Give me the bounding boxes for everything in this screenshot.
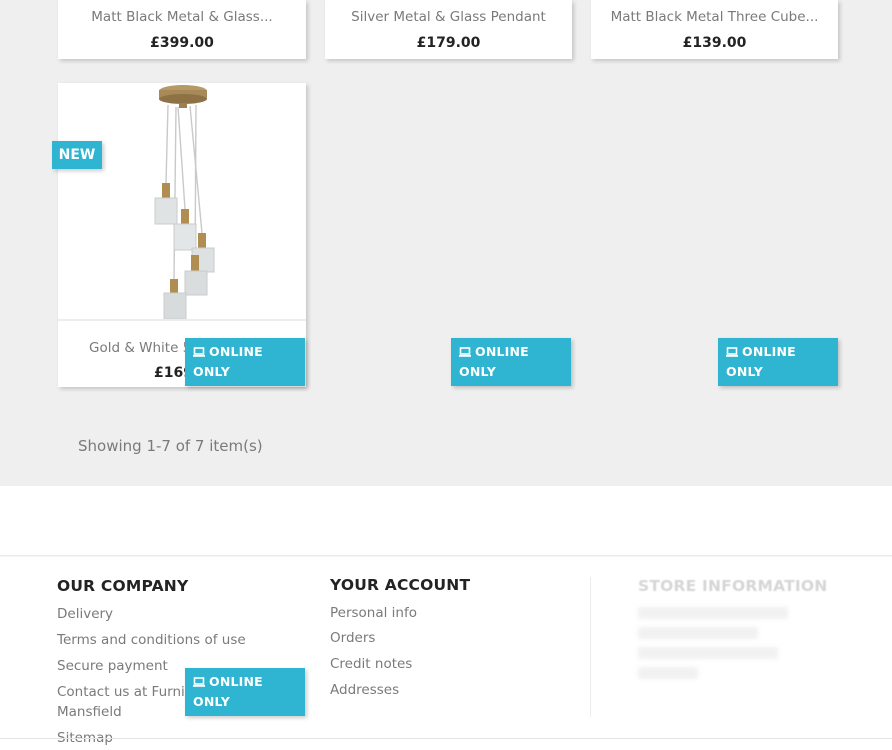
product-name[interactable]: Silver Metal & Glass Pendant [325,9,572,25]
online-only-badge: ONLINE ONLY [185,668,305,716]
badge-line1: ONLINE [475,344,529,359]
footer-link-terms[interactable]: Terms and conditions of use [57,632,246,648]
footer-link-orders[interactable]: Orders [330,630,375,646]
footer-link-credit-notes[interactable]: Credit notes [330,656,412,672]
footer-company-title: OUR COMPANY [57,577,189,595]
footer-account-title: YOUR ACCOUNT [330,576,471,594]
footer-store-title: STORE INFORMATION [638,577,828,595]
laptop-icon [193,677,205,687]
badge-line1: ONLINE [742,344,796,359]
product-card[interactable]: Matt Black Metal Three Cube... £139.00 [591,0,838,59]
badge-line2: ONLY [726,364,763,379]
product-price: £399.00 [150,35,214,51]
badge-line1: ONLINE [209,344,263,359]
product-price: £179.00 [416,35,481,51]
product-name[interactable]: Matt Black Metal Three Cube... [591,9,838,25]
badge-line2: ONLY [193,694,230,709]
footer-link-secure-payment[interactable]: Secure payment [57,658,168,674]
store-info-line [638,647,778,659]
laptop-icon [459,347,471,357]
product-image[interactable] [58,83,306,321]
footer-link-personal-info[interactable]: Personal info [330,605,417,621]
footer-divider [0,555,892,557]
badge-line2: ONLY [193,364,230,379]
store-info-line [638,607,788,619]
online-only-badge: ONLINE ONLY [451,338,571,386]
new-badge: NEW [52,141,102,169]
badge-line1: ONLINE [209,674,263,689]
footer-bottom-divider [0,738,892,739]
product-price: £139.00 [682,35,747,51]
badge-line2: ONLY [459,364,496,379]
footer-link-delivery[interactable]: Delivery [57,606,113,622]
footer-link-contact[interactable]: Contact us at Furnish [57,684,200,700]
pagination-summary: Showing 1-7 of 7 item(s) [78,437,263,455]
product-list-area: Matt Black Metal & Glass... £399.00 Silv… [0,0,892,486]
store-info-line [638,627,758,639]
product-name[interactable]: Matt Black Metal & Glass... [58,9,306,25]
laptop-icon [193,347,205,357]
card-divider [58,319,306,321]
store-information-block: STORE INFORMATION [590,577,892,717]
store-info-line [638,667,698,679]
footer-link-contact-line2[interactable]: Mansfield [57,704,122,720]
product-card[interactable]: Matt Black Metal & Glass... £399.00 [58,0,306,59]
laptop-icon [726,347,738,357]
product-card[interactable]: Silver Metal & Glass Pendant £179.00 [325,0,572,59]
footer-link-addresses[interactable]: Addresses [330,682,399,698]
online-only-badge: ONLINE ONLY [185,338,305,386]
product-name[interactable]: Gold & White 5 [89,340,191,356]
online-only-badge: ONLINE ONLY [718,338,838,386]
